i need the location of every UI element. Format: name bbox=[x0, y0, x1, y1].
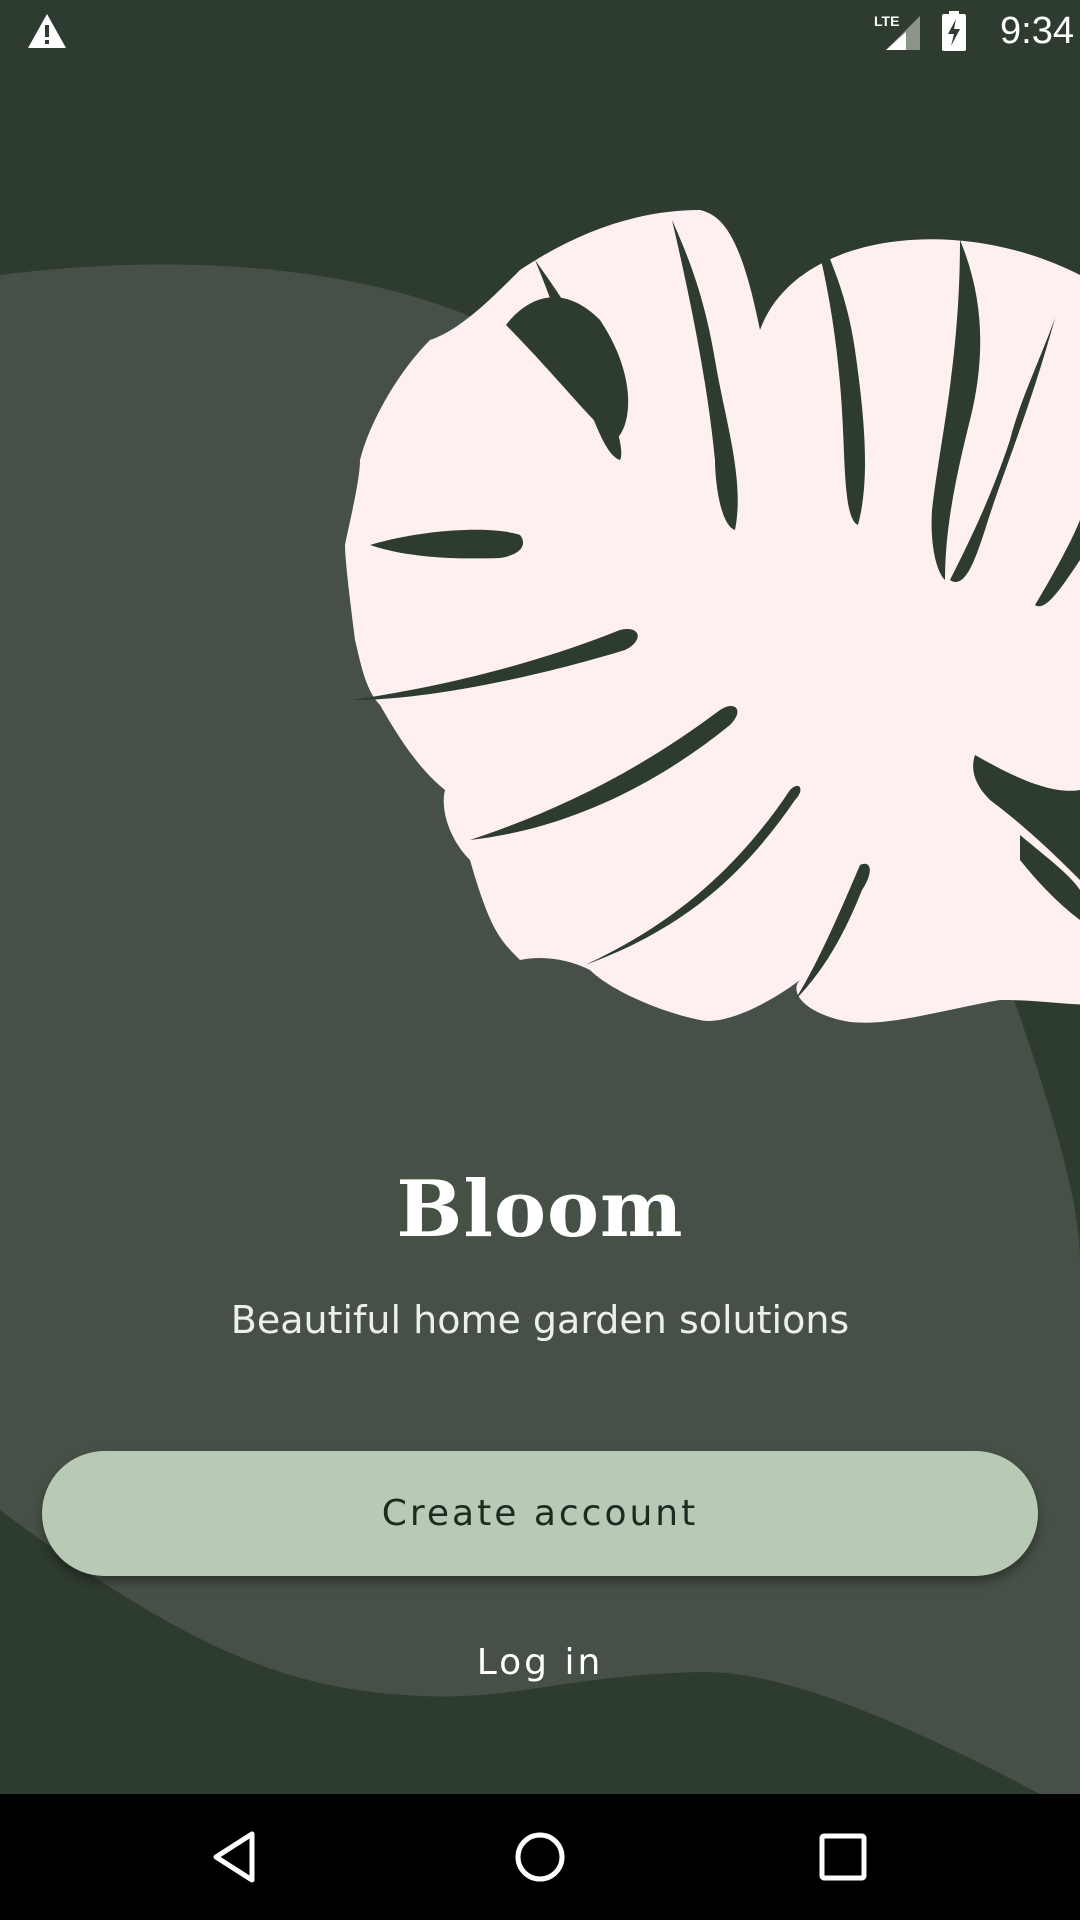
recents-icon[interactable] bbox=[810, 1824, 876, 1890]
welcome-screen: LTE 9:34 Bloom Beautiful home garden sol… bbox=[0, 0, 1080, 1920]
status-clock: 9:34 bbox=[1000, 10, 1074, 52]
svg-text:LTE: LTE bbox=[874, 13, 899, 29]
status-bar: LTE 9:34 bbox=[0, 0, 1080, 63]
navigation-bar bbox=[0, 1794, 1080, 1920]
lte-signal-icon: LTE bbox=[874, 13, 920, 50]
create-account-button[interactable]: Create account bbox=[42, 1451, 1038, 1576]
app-tagline: Beautiful home garden solutions bbox=[230, 1298, 850, 1342]
battery-charging-icon bbox=[942, 11, 966, 51]
warning-icon bbox=[28, 14, 66, 48]
app-title: Bloom bbox=[396, 1164, 684, 1255]
log-in-button[interactable]: Log in bbox=[390, 1630, 690, 1694]
home-icon[interactable] bbox=[507, 1824, 573, 1890]
back-icon[interactable] bbox=[204, 1824, 270, 1890]
